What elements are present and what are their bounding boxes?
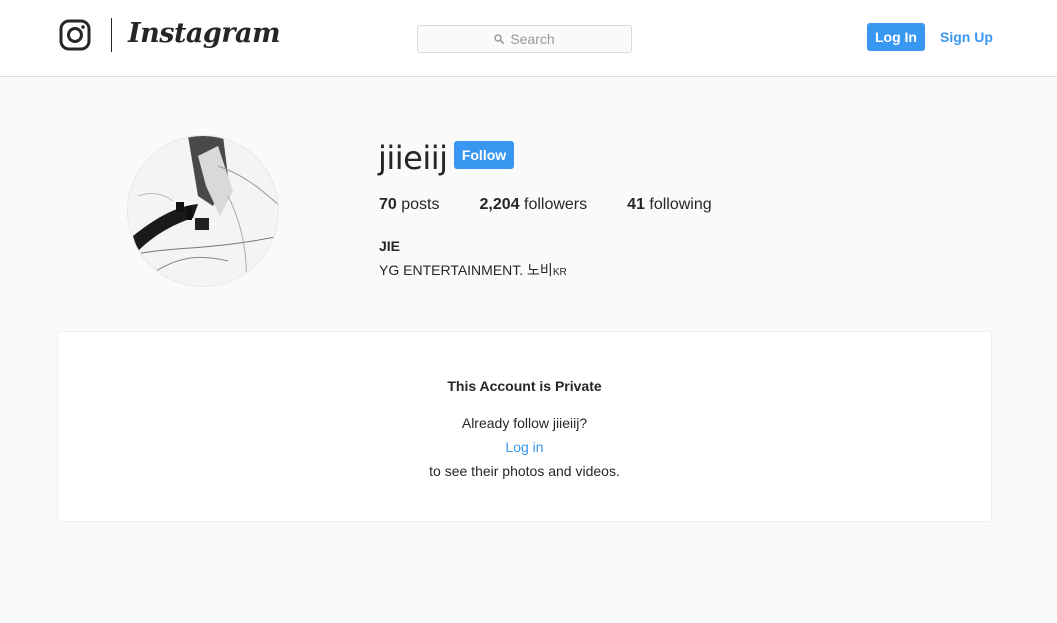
following-count: 41 (627, 196, 645, 213)
signup-link[interactable]: Sign Up (940, 23, 993, 51)
private-account-title: This Account is Private (447, 378, 602, 394)
stat-followers: 2,204 followers (480, 195, 588, 215)
followers-label: followers (524, 196, 588, 213)
profile-username: jiieiij (378, 139, 448, 177)
top-navigation-bar: Instagram Search Log In Sign Up (0, 0, 1057, 77)
bio-text: YG ENTERTAINMENT. 노비 (379, 262, 553, 278)
search-input[interactable]: Search (417, 25, 632, 53)
private-account-card: This Account is Private Already follow j… (57, 331, 992, 522)
instagram-wordmark[interactable]: Instagram (128, 14, 281, 54)
posts-label: posts (401, 196, 440, 213)
nav-divider (111, 18, 112, 52)
already-follow-text: Already follow jiieiij? (461, 415, 588, 431)
login-button[interactable]: Log In (867, 23, 925, 51)
following-label: following (649, 196, 712, 213)
posts-count: 70 (379, 196, 397, 213)
bio-flag-kr: KR (552, 267, 567, 278)
see-photos-text: to see their photos and videos. (429, 463, 620, 479)
stat-posts: 70 posts (379, 195, 440, 215)
profile-avatar[interactable] (127, 135, 279, 287)
card-login-link[interactable]: Log in (58, 438, 991, 456)
search-placeholder: Search (510, 31, 555, 47)
avatar-photo (128, 136, 278, 286)
profile-bio: YG ENTERTAINMENT. 노비KR (379, 261, 567, 282)
profile-full-name: JIE (379, 238, 401, 254)
profile-stats: 70 posts 2,204 followers 41 following (379, 195, 752, 215)
follow-button[interactable]: Follow (454, 141, 514, 169)
followers-count: 2,204 (479, 196, 520, 213)
stat-following: 41 following (627, 195, 712, 215)
instagram-glyph-icon[interactable] (59, 19, 91, 51)
search-icon (494, 34, 505, 44)
